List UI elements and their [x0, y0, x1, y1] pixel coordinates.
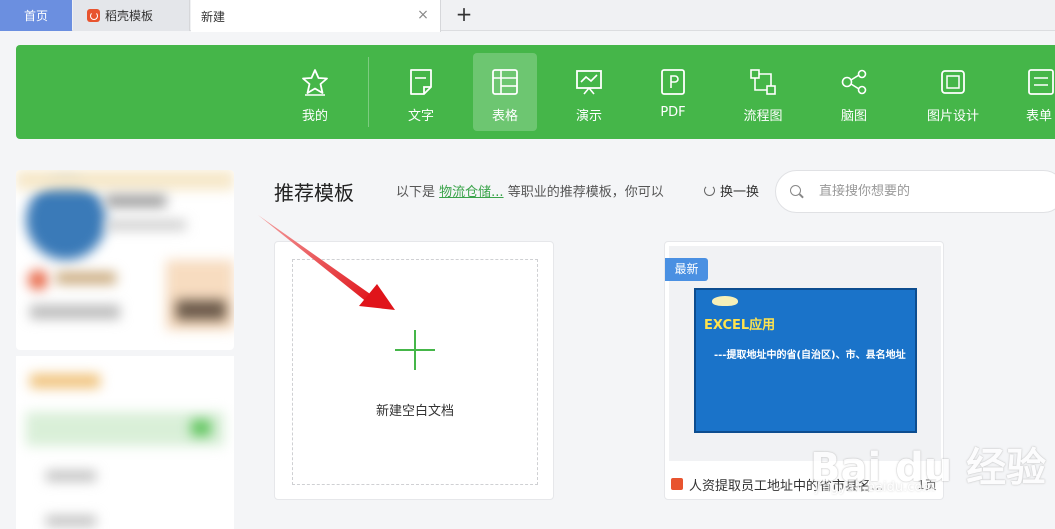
toolbar-item-mindmap[interactable]: 脑图: [822, 53, 886, 131]
toolbar-item-pdf[interactable]: PDF: [641, 53, 705, 131]
star-icon: [302, 69, 328, 96]
username-blurred: [106, 195, 166, 207]
blank-doc-dropzone[interactable]: 新建空白文档: [292, 259, 538, 485]
pdf-icon: [661, 69, 685, 95]
template-name: 人资提取员工地址中的省市县名...: [689, 478, 884, 494]
spreadsheet-icon: [492, 69, 518, 95]
profile-banner: [16, 170, 234, 190]
new-blank-doc-card[interactable]: 新建空白文档: [274, 241, 554, 500]
toolbar-item-label: 演示: [575, 109, 602, 124]
avatar: [26, 180, 106, 260]
toolbar-divider: [368, 57, 369, 127]
tab-new[interactable]: 新建 ×: [191, 0, 441, 32]
presentation-icon: [576, 70, 602, 95]
template-footer: 人资提取员工地址中的省市县名... 1页: [671, 474, 941, 494]
docer-logo-icon: [671, 478, 683, 490]
user-profile-panel: [16, 170, 234, 350]
vip-icon: [28, 270, 48, 290]
tab-home[interactable]: 首页: [0, 0, 72, 31]
toolbar-item-writer[interactable]: 文字: [389, 53, 453, 131]
template-slide-preview: EXCEL应用 ---提取地址中的省(自治区)、市、县名地址: [694, 288, 917, 433]
mindmap-icon: [841, 69, 867, 95]
search-input[interactable]: [819, 184, 1019, 199]
refresh-label: 换一换: [720, 185, 760, 200]
desc-prefix: 以下是: [396, 185, 436, 200]
slide-logo-icon: [712, 296, 738, 306]
toolbar-item-presentation[interactable]: 演示: [557, 53, 621, 131]
sidebar-nav: [16, 356, 234, 529]
profession-link[interactable]: 物流仓储...: [439, 185, 503, 200]
sidebar-badge-blurred: [191, 420, 211, 436]
template-card[interactable]: EXCEL应用 ---提取地址中的省(自治区)、市、县名地址 最新 人资提取员工…: [664, 241, 944, 500]
toolbar-item-label: 流程图: [743, 109, 783, 124]
tab-docer-label: 稻壳模板: [105, 9, 154, 23]
toolbar-item-image-design[interactable]: 图片设计: [921, 53, 985, 131]
tab-bar: 首页 稻壳模板 新建 × +: [0, 0, 1055, 32]
add-tab-button[interactable]: +: [452, 3, 476, 27]
plus-icon: [395, 349, 435, 351]
refresh-icon: [704, 185, 715, 196]
toolbar-item-label: 文字: [407, 109, 434, 124]
sidebar-heading-blurred: [30, 374, 100, 388]
app-type-toolbar: 我的 文字 表格 演示 PDF 流程图 脑图 图片设计 表单: [16, 45, 1055, 139]
recommend-description: 以下是 物流仓储... 等职业的推荐模板，你可以: [396, 181, 664, 200]
toolbar-item-spreadsheet[interactable]: 表格: [473, 53, 537, 131]
info-text-blurred: [30, 305, 120, 319]
user-subtitle-blurred: [106, 220, 186, 230]
new-blank-doc-label: 新建空白文档: [375, 404, 454, 419]
sidebar-item-blurred[interactable]: [46, 516, 96, 526]
toolbar-item-label: 表格: [491, 109, 518, 124]
docer-logo-icon: [87, 9, 100, 22]
tab-new-label: 新建: [201, 9, 226, 24]
slide-title: EXCEL应用: [704, 318, 776, 333]
toolbar-item-mine[interactable]: 我的: [283, 53, 347, 131]
search-icon: [790, 184, 804, 199]
toolbar-item-label: 脑图: [840, 109, 867, 124]
toolbar-item-flowchart[interactable]: 流程图: [731, 53, 795, 131]
flowchart-icon: [750, 69, 776, 95]
image-design-icon: [941, 70, 965, 94]
search-box[interactable]: [775, 170, 1055, 213]
form-icon: [1028, 69, 1054, 95]
toolbar-item-label: 图片设计: [926, 109, 979, 124]
template-thumbnail: EXCEL应用 ---提取地址中的省(自治区)、市、县名地址: [669, 246, 941, 461]
tab-home-label: 首页: [23, 9, 48, 23]
tab-docer[interactable]: 稻壳模板: [73, 0, 190, 31]
slide-subtitle: ---提取地址中的省(自治区)、市、县名地址: [714, 350, 906, 361]
toolbar-item-label: 表单: [1026, 109, 1053, 124]
page-title: 推荐模板: [274, 181, 354, 205]
refresh-button[interactable]: 换一换: [704, 181, 759, 200]
toolbar-item-label: 我的: [301, 109, 328, 124]
new-badge: 最新: [665, 258, 708, 281]
document-icon: [410, 69, 432, 95]
close-icon[interactable]: ×: [416, 8, 430, 22]
sidebar-item-blurred[interactable]: [46, 471, 96, 481]
template-page-count: 1页: [917, 477, 937, 492]
promo-button-blurred: [176, 300, 226, 320]
vip-text-blurred: [56, 272, 116, 284]
desc-suffix: 等职业的推荐模板，你可以: [507, 185, 664, 200]
toolbar-item-form[interactable]: 表单: [1020, 53, 1055, 131]
toolbar-item-label: PDF: [660, 105, 686, 120]
